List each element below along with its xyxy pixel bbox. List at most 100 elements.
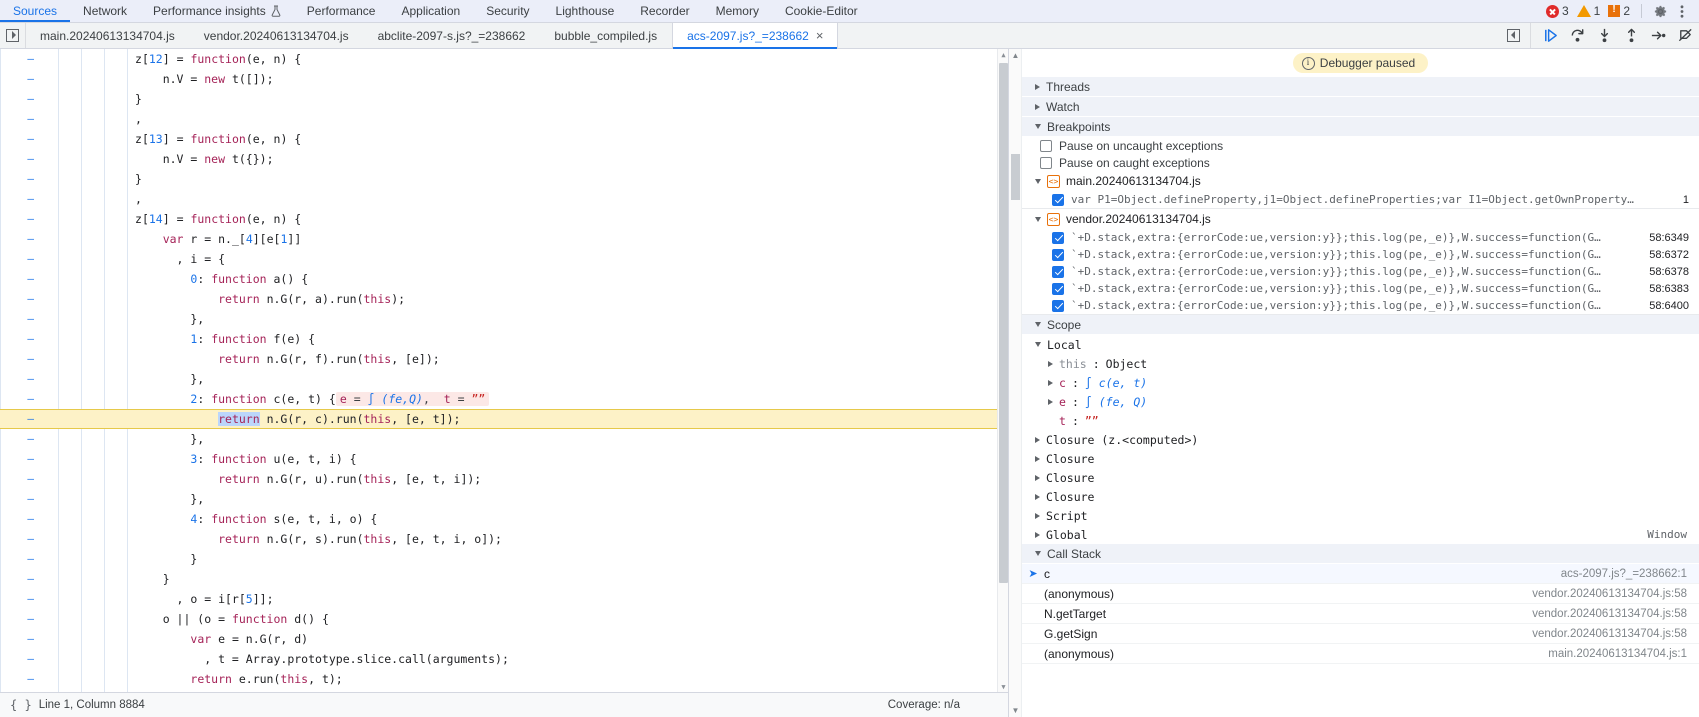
checkbox[interactable] [1052, 231, 1064, 244]
line-marker[interactable]: – [0, 149, 42, 169]
call-stack-row[interactable]: N.getTarget vendor.20240613134704.js:58 [1022, 604, 1699, 624]
chevron-right-icon[interactable] [1035, 474, 1040, 481]
editor-scroll-thumb[interactable] [999, 63, 1008, 583]
code-line[interactable]: – return n.G(r, a).run(this); [0, 289, 1008, 309]
line-marker[interactable]: – [0, 509, 42, 529]
line-marker[interactable]: – [0, 129, 42, 149]
line-marker[interactable]: – [0, 589, 42, 609]
line-marker[interactable]: – [0, 309, 42, 329]
file-tab-main-20240613134704-js[interactable]: main.20240613134704.js [26, 23, 190, 48]
scope-group[interactable]: Closure [1022, 487, 1699, 506]
tab-cookie-editor[interactable]: Cookie-Editor [772, 0, 871, 22]
step-button[interactable] [1645, 23, 1672, 49]
scope-group[interactable]: Global Window [1022, 525, 1699, 544]
settings-gear-icon[interactable] [1651, 2, 1669, 20]
breakpoint-file-header[interactable]: <> vendor.20240613134704.js [1022, 209, 1699, 229]
scope-local[interactable]: Local [1022, 335, 1699, 354]
tab-network[interactable]: Network [70, 0, 140, 22]
code-line[interactable]: – } [0, 689, 1008, 692]
line-marker[interactable]: – [0, 409, 42, 429]
line-marker[interactable]: – [0, 369, 42, 389]
warning-counter[interactable]: 1 [1575, 4, 1603, 18]
deactivate-breakpoints-button[interactable] [1672, 23, 1699, 49]
code-line[interactable]: – , o = i[r[5]]; [0, 589, 1008, 609]
editor-scrollbar[interactable]: ▲ ▼ [997, 49, 1008, 692]
scope-group[interactable]: Script [1022, 506, 1699, 525]
code-line[interactable]: – 1: function f(e) { [0, 329, 1008, 349]
scroll-down-arrow[interactable]: ▼ [998, 681, 1008, 692]
code-line[interactable]: – return e.run(this, t); [0, 669, 1008, 689]
line-marker[interactable]: – [0, 269, 42, 289]
line-marker[interactable]: – [0, 549, 42, 569]
scroll-up-arrow[interactable]: ▲ [998, 49, 1008, 60]
tab-lighthouse[interactable]: Lighthouse [543, 0, 628, 22]
code-line[interactable]: – var r = n._[4][e[1]] [0, 229, 1008, 249]
code-line[interactable]: –} [0, 169, 1008, 189]
code-line[interactable]: – z[14] = function(e, n) { [0, 209, 1008, 229]
file-tab-acs-2097-js-238662[interactable]: acs-2097.js?_=238662 × [672, 23, 839, 49]
close-icon[interactable]: × [816, 29, 824, 42]
scope-entry[interactable]: e: ∫ (fe, Q) [1022, 392, 1699, 411]
call-stack-row[interactable]: (anonymous) vendor.20240613134704.js:58 [1022, 584, 1699, 604]
section-breakpoints[interactable]: Breakpoints [1022, 117, 1699, 137]
checkbox[interactable] [1052, 248, 1064, 261]
code-line[interactable]: – 4: function s(e, t, i, o) { [0, 509, 1008, 529]
code-line[interactable]: – return n.G(r, f).run(this, [e]); [0, 349, 1008, 369]
chevron-right-icon[interactable] [1035, 493, 1040, 500]
step-into-button[interactable] [1591, 23, 1618, 49]
chevron-right-icon[interactable] [1035, 436, 1040, 443]
step-over-button[interactable] [1564, 23, 1591, 49]
code-line[interactable]: – z[13] = function(e, n) { [0, 129, 1008, 149]
code-line[interactable]: – z[12] = function(e, n) { [0, 49, 1008, 69]
code-line[interactable]: – n.V = new t([]); [0, 69, 1008, 89]
show-navigator-button[interactable] [0, 23, 26, 48]
code-line[interactable]: – var e = n.G(r, d) [0, 629, 1008, 649]
line-marker[interactable]: – [0, 49, 42, 69]
code-line[interactable]: –, [0, 189, 1008, 209]
code-line[interactable]: – }, [0, 429, 1008, 449]
code-line[interactable]: – 3: function u(e, t, i) { [0, 449, 1008, 469]
code-line[interactable]: – 2: function c(e, t) {e = ∫ (fe,Q), t =… [0, 389, 1008, 409]
checkbox[interactable] [1052, 299, 1064, 312]
scope-entry[interactable]: this: Object [1022, 354, 1699, 373]
tab-sources[interactable]: Sources [0, 0, 71, 22]
line-marker[interactable]: – [0, 349, 42, 369]
chevron-right-icon[interactable] [1035, 512, 1040, 519]
error-counter[interactable]: 3 [1544, 4, 1571, 18]
tab-performance-insights[interactable]: Performance insights [140, 0, 294, 22]
code-line[interactable]: – }, [0, 489, 1008, 509]
line-marker[interactable]: – [0, 629, 42, 649]
line-marker[interactable]: – [0, 189, 42, 209]
call-stack-row[interactable]: (anonymous) main.20240613134704.js:1 [1022, 644, 1699, 664]
breakpoint-item[interactable]: var P1=Object.defineProperty,j1=Object.d… [1022, 191, 1699, 208]
line-marker[interactable]: – [0, 689, 42, 692]
code-line[interactable]: – } [0, 569, 1008, 589]
line-marker[interactable]: – [0, 469, 42, 489]
line-marker[interactable]: – [0, 329, 42, 349]
tab-recorder[interactable]: Recorder [627, 0, 702, 22]
call-stack-row[interactable]: G.getSign vendor.20240613134704.js:58 [1022, 624, 1699, 644]
code-line[interactable]: – , t = Array.prototype.slice.call(argum… [0, 649, 1008, 669]
code-line[interactable]: – , i = { [0, 249, 1008, 269]
file-tab-bubble-compiled-js[interactable]: bubble_compiled.js [540, 23, 672, 48]
sidebar-scroll-thumb[interactable] [1011, 154, 1020, 200]
chevron-right-icon[interactable] [1048, 398, 1053, 405]
code-line[interactable]: – }, [0, 369, 1008, 389]
code-line[interactable]: –, [0, 109, 1008, 129]
section-watch[interactable]: Watch [1022, 97, 1699, 117]
line-marker[interactable]: – [0, 669, 42, 689]
code-editor[interactable]: – z[12] = function(e, n) {– n.V = new t([… [0, 49, 1008, 692]
breakpoint-item[interactable]: `+D.stack,extra:{errorCode:ue,version:y}… [1022, 297, 1699, 314]
scope-group[interactable]: Closure (z.<computed>) [1022, 430, 1699, 449]
breakpoint-option[interactable]: Pause on caught exceptions [1022, 154, 1699, 171]
scope-group[interactable]: Closure [1022, 468, 1699, 487]
file-tab-abclite-2097-s-js-238662[interactable]: abclite-2097-s.js?_=238662 [364, 23, 541, 48]
line-marker[interactable]: – [0, 609, 42, 629]
resume-button[interactable] [1537, 23, 1564, 49]
code-line[interactable]: – n.V = new t({}); [0, 149, 1008, 169]
checkbox[interactable] [1052, 193, 1064, 206]
call-stack-row[interactable]: ➤ c acs-2097.js?_=238662:1 [1022, 564, 1699, 584]
breakpoint-item[interactable]: `+D.stack,extra:{errorCode:ue,version:y}… [1022, 229, 1699, 246]
code-line[interactable]: – } [0, 549, 1008, 569]
checkbox[interactable] [1052, 265, 1064, 278]
